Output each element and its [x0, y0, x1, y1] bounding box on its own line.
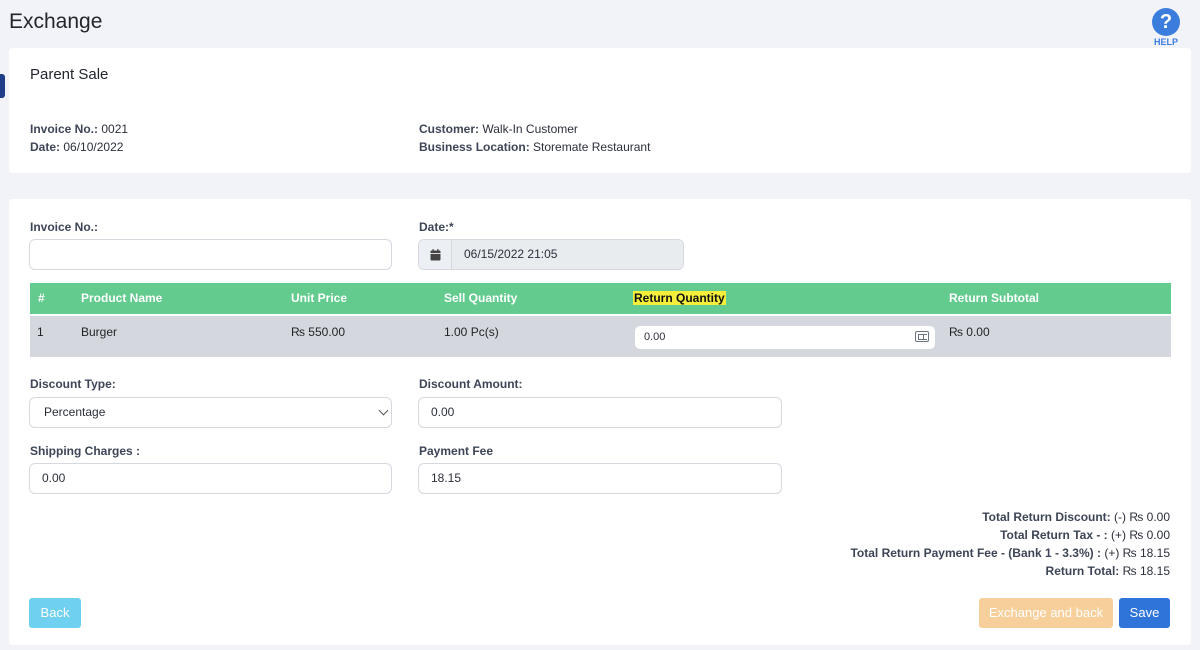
return-total-value: ₨ 18.15	[1122, 564, 1170, 578]
col-return-subtotal: Return Subtotal	[949, 291, 1039, 305]
table-row: 1 Burger ₨ 550.00 1.00 Pc(s) 0.00 ₨ 0.00	[30, 316, 1171, 357]
parent-location-value: Storemate Restaurant	[533, 140, 651, 154]
return-quantity-input[interactable]: 0.00	[634, 325, 936, 350]
parent-sale-card: Parent Sale Invoice No.: 0021 Date: 06/1…	[9, 48, 1191, 173]
help-button[interactable]: ? HELP	[1150, 8, 1182, 47]
total-return-payment-fee-value: (+) ₨ 18.15	[1104, 546, 1170, 560]
row-number: 1	[37, 325, 44, 339]
total-return-tax-value: (+) ₨ 0.00	[1111, 528, 1170, 542]
parent-date-label: Date:	[30, 140, 61, 154]
date-field[interactable]: 06/15/2022 21:05	[418, 239, 684, 270]
total-return-discount: Total Return Discount: (-) ₨ 0.00	[982, 510, 1170, 524]
invoice-input[interactable]	[29, 239, 392, 270]
parent-location-info: Business Location: Storemate Restaurant	[419, 140, 650, 154]
discount-type-label: Discount Type:	[30, 377, 116, 391]
exchange-and-back-button[interactable]: Exchange and back	[979, 598, 1113, 628]
parent-customer-label: Customer:	[419, 122, 480, 136]
col-return-quantity: Return Quantity	[633, 283, 726, 314]
row-sell-qty: 1.00 Pc(s)	[444, 325, 499, 339]
total-return-tax-label: Total Return Tax - :	[1000, 528, 1108, 542]
payment-fee-input[interactable]: 18.15	[418, 463, 782, 494]
return-total: Return Total: ₨ 18.15	[1046, 564, 1170, 578]
table-header: # Product Name Unit Price Sell Quantity …	[30, 283, 1171, 314]
parent-date-value: 06/10/2022	[63, 140, 124, 154]
parent-location-label: Business Location:	[419, 140, 530, 154]
total-return-payment-fee: Total Return Payment Fee - (Bank 1 - 3.3…	[850, 546, 1170, 560]
col-product-name: Product Name	[81, 291, 163, 305]
chevron-down-icon	[378, 405, 389, 416]
discount-type-select[interactable]: Percentage	[29, 397, 392, 428]
calendar-icon	[419, 240, 452, 269]
total-return-discount-label: Total Return Discount:	[982, 510, 1111, 524]
row-return-subtotal: ₨ 0.00	[949, 325, 990, 339]
save-button[interactable]: Save	[1119, 598, 1170, 628]
return-total-label: Return Total:	[1045, 564, 1120, 578]
date-input[interactable]: 06/15/2022 21:05	[452, 240, 683, 269]
return-quantity-value: 0.00	[644, 331, 666, 343]
total-return-payment-fee-label: Total Return Payment Fee - (Bank 1 - 3.3…	[850, 546, 1101, 560]
col-unit-price: Unit Price	[291, 291, 348, 305]
sidebar-toggle-tab[interactable]	[0, 74, 5, 98]
page-title: Exchange	[9, 10, 103, 33]
col-number: #	[38, 291, 45, 305]
row-unit-price: ₨ 550.00	[291, 325, 346, 339]
row-product: Burger	[81, 325, 118, 339]
help-icon: ?	[1152, 8, 1180, 36]
parent-customer-info: Customer: Walk-In Customer	[419, 122, 578, 136]
discount-type-value: Percentage	[44, 405, 106, 419]
shipping-label: Shipping Charges :	[30, 444, 141, 458]
help-label: HELP	[1153, 37, 1178, 47]
date-label: Date:*	[419, 220, 454, 234]
total-return-discount-value: (-) ₨ 0.00	[1114, 510, 1170, 524]
parent-invoice-label: Invoice No.:	[30, 122, 99, 136]
exchange-form-card: Invoice No.: Date:* 06/15/2022 21:05 # P…	[9, 199, 1191, 645]
parent-invoice-info: Invoice No.: 0021	[30, 122, 128, 136]
return-quantity-highlight: Return Quantity	[633, 291, 726, 305]
discount-amount-label: Discount Amount:	[419, 377, 523, 391]
parent-customer-value: Walk-In Customer	[482, 122, 578, 136]
id-card-icon	[915, 331, 929, 342]
payment-fee-label: Payment Fee	[419, 444, 494, 458]
parent-invoice-value: 0021	[101, 122, 129, 136]
parent-date-info: Date: 06/10/2022	[30, 140, 123, 154]
discount-amount-input[interactable]: 0.00	[418, 397, 782, 428]
shipping-input[interactable]: 0.00	[29, 463, 392, 494]
total-return-tax: Total Return Tax - : (+) ₨ 0.00	[1000, 528, 1170, 542]
col-sell-quantity: Sell Quantity	[444, 291, 518, 305]
parent-sale-title: Parent Sale	[30, 66, 109, 83]
back-button[interactable]: Back	[29, 598, 81, 628]
invoice-label: Invoice No.:	[30, 220, 99, 234]
